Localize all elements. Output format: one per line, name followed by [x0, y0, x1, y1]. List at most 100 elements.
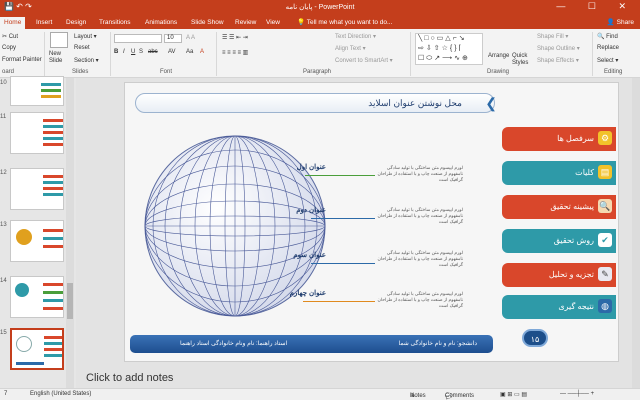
bullets-button[interactable]: ☰ ☰ ⇤ ⇥ [222, 34, 248, 41]
tab-design[interactable]: Design [62, 17, 90, 29]
select-button[interactable]: Select ▾ [597, 57, 618, 64]
change-case-button[interactable]: Aa [186, 49, 193, 55]
align-text-label: Align Text [335, 46, 361, 52]
shapes-gallery[interactable]: ╲□○▭△⌐↘ ⇨⇩⇧☆{}⌈ ☐⬭↗⟶∿⊕ [415, 33, 483, 65]
shape-outline-button[interactable]: Shape Outline ▾ [537, 45, 580, 52]
menu-analysis-button[interactable]: تجزیه و تحلیل ✎ [502, 263, 616, 287]
font-grow-shrink[interactable]: A A [186, 35, 195, 41]
topic-4-title: عنوان چهارم [289, 290, 326, 297]
cut-label: Cut [8, 34, 19, 40]
page-number-badge: ۱۵ [522, 329, 548, 347]
tab-transitions[interactable]: Transitions [95, 17, 135, 29]
thumbnail-scrollbar[interactable] [66, 78, 74, 388]
find-button[interactable]: 🔍 Find [597, 33, 618, 40]
convert-smartart-button[interactable]: Convert to SmartArt ▾ [335, 57, 393, 64]
new-slide-icon [50, 32, 68, 48]
replace-button[interactable]: Replace [597, 45, 619, 51]
zoom-slider[interactable]: — ──┼── + [560, 391, 594, 397]
menu-headings-button[interactable]: سرفصل ها ⚙ [502, 127, 616, 151]
slides-group-label: Slides [72, 69, 89, 75]
font-family-dropdown[interactable] [114, 34, 162, 43]
tab-slide-show[interactable]: Slide Show [187, 17, 228, 29]
notes-placeholder[interactable]: Click to add notes [86, 372, 173, 384]
topic-3-body: لورم ایپسوم متن ساختگی با تولید سادگی نا… [377, 250, 463, 267]
quick-styles-button[interactable]: Quick Styles [512, 53, 532, 67]
lightbulb-icon: 💡 [297, 19, 307, 26]
layout-button[interactable]: Layout ▾ [74, 33, 97, 40]
tab-view[interactable]: View [262, 17, 284, 29]
slide-title-box[interactable]: محل نوشتن عنوان اسلاید ❮ [135, 93, 497, 113]
gear-icon: ⚙ [598, 131, 612, 145]
topic-3-title: عنوان سوم [293, 252, 326, 259]
spacing-button[interactable]: AV [168, 49, 176, 55]
tell-me-search[interactable]: 💡 Tell me what you want to do... [297, 17, 392, 29]
drawing-group-label: Drawing [487, 69, 510, 75]
menu-overview-button[interactable]: کلیات ▤ [502, 161, 616, 185]
tab-insert[interactable]: Insert [32, 17, 56, 29]
font-group-label: Font [160, 69, 173, 75]
window-controls[interactable]: — ☐ ✕ [556, 1, 636, 12]
magnifier-icon: 🔍 [598, 199, 612, 213]
italic-button[interactable]: I [123, 49, 125, 55]
section-button[interactable]: Section ▾ [74, 57, 99, 64]
align-text-button[interactable]: Align Text ▾ [335, 45, 366, 52]
pen-icon: ✎ [598, 267, 612, 281]
language-status[interactable]: English (United States) [30, 391, 91, 397]
divider [592, 32, 593, 76]
vertical-scrollbar[interactable] [632, 78, 640, 388]
slide-thumbnail[interactable] [10, 220, 64, 262]
thumb-number: 10 [0, 80, 7, 86]
topic-2-line [311, 218, 375, 219]
editing-group-label: Editing [604, 69, 623, 75]
topic-1-title: عنوان اول [296, 164, 326, 171]
alignment-buttons[interactable]: ≡ ≡ ≡ ≡ ▥ [222, 49, 248, 56]
menu-method-button[interactable]: روش تحقیق ✔ [502, 229, 616, 253]
text-direction-button[interactable]: Text Direction ▾ [335, 33, 376, 40]
font-size-dropdown[interactable]: 10 [164, 34, 182, 43]
format-painter-button[interactable]: Format Painter [2, 57, 42, 63]
slide-thumbnail[interactable] [10, 112, 64, 154]
menu-literature-button[interactable]: پیشینه تحقیق 🔍 [502, 195, 616, 219]
slide-thumbnail-selected[interactable] [10, 328, 64, 370]
font-color-button[interactable]: A [200, 49, 204, 55]
menu-conclusion-label: نتیجه گیری [558, 302, 594, 311]
share-label: Share [616, 19, 634, 26]
shape-fill-button[interactable]: Shape Fill ▾ [537, 33, 568, 40]
person-icon: 👤 [606, 19, 617, 26]
menu-conclusion-button[interactable]: نتیجه گیری ◍ [502, 295, 616, 319]
scissors-icon: ✂ [2, 34, 9, 40]
cut-button[interactable]: ✂ Cut [2, 33, 18, 40]
underline-button[interactable]: U [131, 49, 135, 55]
bold-button[interactable]: B [114, 49, 118, 55]
share-button[interactable]: 👤 Share [607, 17, 634, 29]
shape-fill-label: Shape Fill [537, 34, 564, 40]
reset-button[interactable]: Reset [74, 45, 90, 51]
strikethrough-button[interactable]: abc [148, 49, 158, 55]
thumb-number: 15 [0, 330, 7, 336]
tab-home[interactable]: Home [0, 17, 26, 29]
slide-canvas[interactable]: محل نوشتن عنوان اسلاید ❮ عنوان اول لورم … [124, 82, 619, 362]
arrange-button[interactable]: Arrange [488, 53, 509, 59]
slide-thumbnail[interactable] [10, 76, 64, 106]
thumb-number: 14 [0, 278, 7, 284]
shadow-button[interactable]: S [139, 49, 143, 55]
slide-thumbnail[interactable] [10, 168, 64, 210]
menu-headings-label: سرفصل ها [557, 134, 594, 143]
slide-thumbnail[interactable] [10, 276, 64, 318]
shape-effects-button[interactable]: Shape Effects ▾ [537, 57, 579, 64]
footer-bar: دانشجو: نام و نام خانوادگی شما استاد راه… [130, 335, 493, 353]
new-slide-button[interactable]: New Slide [49, 51, 71, 65]
scrollbar-thumb[interactable] [67, 283, 73, 319]
thumb-number: 12 [0, 170, 7, 176]
divider [216, 32, 217, 76]
notes-label: Notes [410, 393, 426, 399]
clipboard-group-label: oard [2, 69, 15, 75]
topic-2-body: لورم ایپسوم متن ساختگی با تولید سادگی نا… [377, 207, 463, 224]
slide-editor: محل نوشتن عنوان اسلاید ❮ عنوان اول لورم … [76, 78, 640, 388]
view-buttons[interactable]: ▣ ⊞ ▭ ▤ [500, 391, 527, 398]
tab-animations[interactable]: Animations [141, 17, 181, 29]
checklist-icon: ✔ [598, 233, 612, 247]
tab-review[interactable]: Review [231, 17, 260, 29]
copy-button[interactable]: Copy [2, 45, 16, 51]
divider [110, 32, 111, 76]
